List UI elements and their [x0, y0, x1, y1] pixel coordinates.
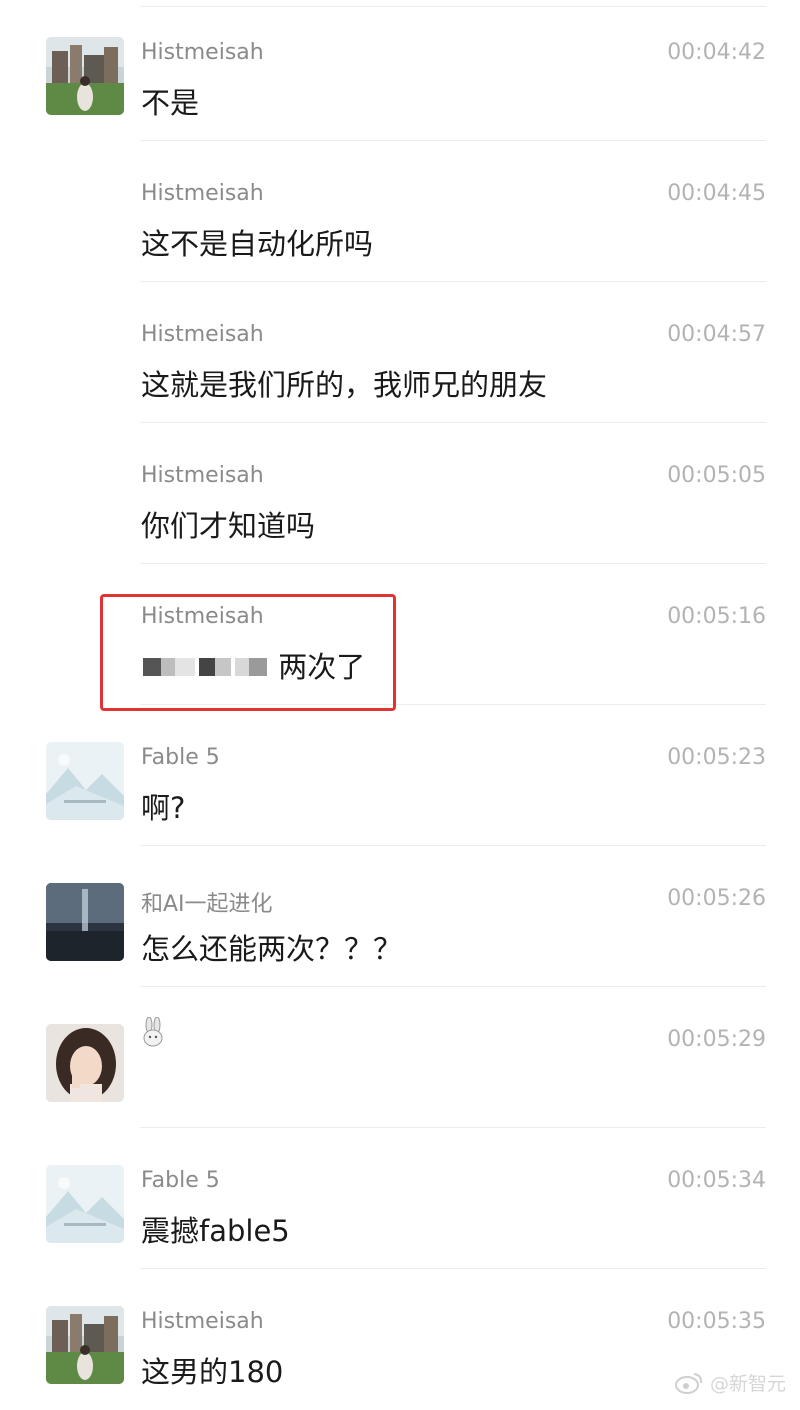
- sender-name: Histmeisah: [141, 322, 264, 347]
- message-text: 这不是自动化所吗: [141, 227, 374, 261]
- message-text: 不是: [141, 86, 200, 120]
- message-item[interactable]: Histmeisah 00:04:57 这就是我们所的，我师兄的朋友: [0, 282, 800, 423]
- timestamp: 00:05:35: [667, 1309, 766, 1334]
- timestamp: 00:05:34: [667, 1168, 766, 1193]
- avatar-landscape[interactable]: [46, 1306, 124, 1384]
- message-item[interactable]: 00:05:29: [0, 987, 800, 1128]
- sender-name: 和AI一起进化: [141, 892, 273, 917]
- sender-name: Histmeisah: [141, 40, 264, 65]
- message-item[interactable]: Histmeisah 00:04:45 这不是自动化所吗: [0, 141, 800, 282]
- watermark-text: @新智元: [709, 1373, 786, 1395]
- mountain-avatar-icon: [46, 1165, 124, 1243]
- timestamp: 00:04:57: [667, 322, 766, 347]
- avatar-mountain[interactable]: [46, 1165, 124, 1243]
- weibo-icon: [674, 1372, 703, 1394]
- woman-avatar-icon: [46, 1024, 124, 1102]
- timestamp: 00:05:29: [667, 1027, 766, 1052]
- message-text: 啊?: [141, 791, 186, 825]
- sender-name: Fable 5: [141, 1168, 220, 1193]
- timestamp: 00:04:45: [667, 181, 766, 206]
- message-item[interactable]: Fable 5 00:05:34 震撼fable5: [0, 1128, 800, 1269]
- message-text: 这男的180: [141, 1355, 284, 1389]
- mountain-avatar-icon: [46, 742, 124, 820]
- sender-name: Fable 5: [141, 745, 220, 770]
- avatar-mountain[interactable]: [46, 742, 124, 820]
- timestamp: 00:05:05: [667, 463, 766, 488]
- timestamp: 00:05:16: [667, 604, 766, 629]
- message-item[interactable]: Histmeisah 00:04:42 不是: [0, 0, 800, 141]
- bunny-icon: [143, 1017, 163, 1047]
- chat-message-list: Histmeisah 00:04:42 不是 Histmeisah 00:04:…: [0, 0, 800, 1408]
- timestamp: 00:04:42: [667, 40, 766, 65]
- avatar-woman[interactable]: [46, 1024, 124, 1102]
- avatar-landscape[interactable]: [46, 37, 124, 115]
- landscape-avatar-icon: [46, 1306, 124, 1384]
- timestamp: 00:05:23: [667, 745, 766, 770]
- message-item[interactable]: Histmeisah 00:05:05 你们才知道吗: [0, 423, 800, 564]
- watermark: @新智元: [674, 1369, 786, 1396]
- timestamp: 00:05:26: [667, 886, 766, 911]
- message-item[interactable]: 和AI一起进化 00:05:26 怎么还能两次？？？: [0, 846, 800, 987]
- avatar-night[interactable]: [46, 883, 124, 961]
- sender-name: Histmeisah: [141, 181, 264, 206]
- red-highlight-box: [100, 594, 396, 711]
- night-avatar-icon: [46, 883, 124, 961]
- message-text: 这就是我们所的，我师兄的朋友: [141, 368, 548, 402]
- message-item[interactable]: Fable 5 00:05:23 啊?: [0, 705, 800, 846]
- message-text: 你们才知道吗: [141, 509, 316, 543]
- sender-name: Histmeisah: [141, 1309, 264, 1334]
- landscape-avatar-icon: [46, 37, 124, 115]
- message-text: 震撼fable5: [141, 1214, 290, 1248]
- message-text: 怎么还能两次？？？: [141, 932, 403, 966]
- sender-name: Histmeisah: [141, 463, 264, 488]
